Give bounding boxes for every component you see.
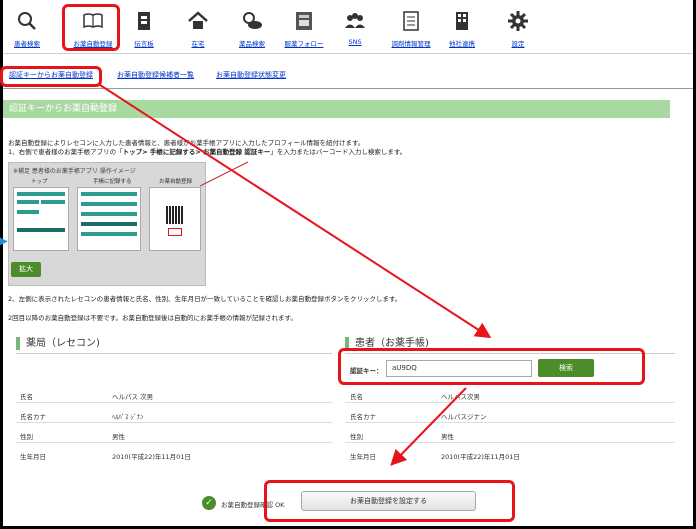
annotation-arrows — [99, 84, 492, 466]
arrow-right-icon: ▶ — [0, 236, 8, 247]
